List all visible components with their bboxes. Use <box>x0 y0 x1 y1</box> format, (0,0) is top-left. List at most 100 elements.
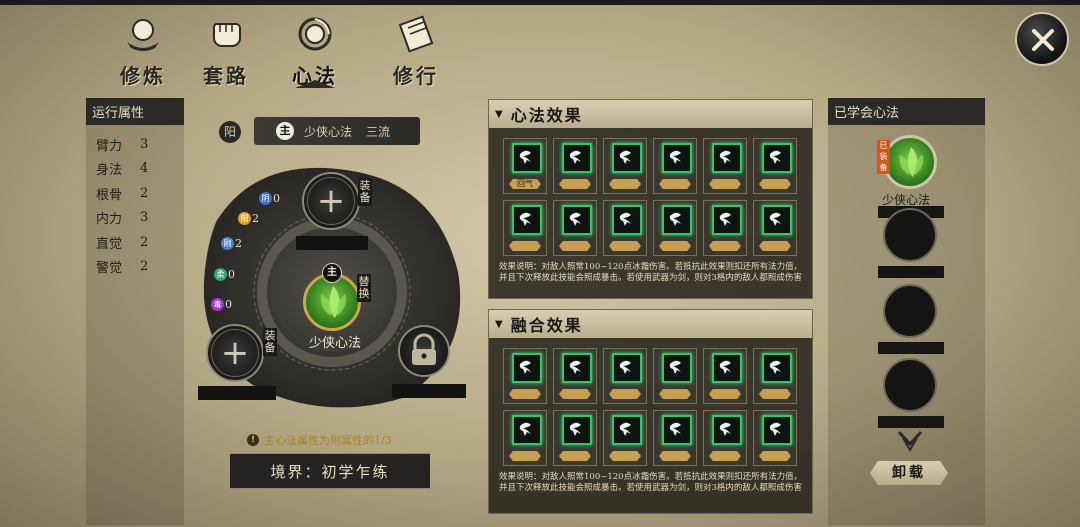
method-effect-title: 心法效果 <box>510 106 583 125</box>
effect-cell[interactable] <box>753 410 797 466</box>
stat-yang-value: 2 <box>252 212 259 225</box>
fusion-effect-grid <box>489 338 812 466</box>
warning-text: 主心法属性为附属性的1/3 <box>264 434 392 447</box>
scroll-down-icon[interactable] <box>897 430 923 452</box>
chevron-down-icon: ▼ <box>495 318 505 330</box>
effect-tag <box>759 389 791 399</box>
effect-cell[interactable] <box>553 138 597 194</box>
learned-empty-slot[interactable] <box>883 284 937 338</box>
learned-empty-slot[interactable] <box>883 358 937 412</box>
plus-icon: + <box>316 181 346 221</box>
attribute-header: 运行属性 <box>86 98 184 126</box>
effect-cell[interactable] <box>603 348 647 404</box>
plus-icon: + <box>220 333 250 373</box>
active-tab-marker <box>295 80 335 88</box>
swirl-icon <box>298 17 332 51</box>
effect-cell[interactable] <box>753 138 797 194</box>
effect-gem-icon <box>562 415 592 445</box>
effect-cell[interactable] <box>703 200 747 256</box>
effect-gem-icon <box>562 353 592 383</box>
attribute-row: 直觉 2 <box>96 234 149 252</box>
method-effect-desc: 效果说明：对敌人照常100~120点冰霜伤害。若抵抗此效果则扣还所有法力值，并且… <box>499 262 803 283</box>
effect-gem-icon <box>762 415 792 445</box>
equip-slot-top[interactable]: + <box>302 172 360 230</box>
unload-button[interactable]: 卸载 <box>870 461 948 485</box>
effect-tag <box>759 241 791 251</box>
effect-tag <box>759 451 791 461</box>
tab-heart-method[interactable]: 心法 <box>275 14 355 88</box>
effect-cell[interactable] <box>753 200 797 256</box>
method-effect-panel: ▼ 心法效果 回气 效果说明：对敌人照常100~120点冰霜伤害。若抵抗此效果则… <box>488 99 813 299</box>
method-effect-grid: 回气 <box>489 128 812 256</box>
effect-gem-icon <box>512 353 542 383</box>
effect-cell[interactable] <box>653 410 697 466</box>
attribute-row: 臂力 3 <box>96 136 149 154</box>
learned-name-bar <box>878 342 944 354</box>
close-button[interactable] <box>1015 12 1069 66</box>
effect-cell[interactable] <box>503 200 547 256</box>
replace-label[interactable]: 替换 <box>357 274 371 302</box>
effect-gem-icon <box>712 143 742 173</box>
slot-name-bar-top <box>296 236 368 250</box>
orb-icon <box>127 19 159 51</box>
tab-routine[interactable]: 套路 <box>186 14 266 88</box>
effect-gem-icon <box>512 205 542 235</box>
learned-empty-slot[interactable] <box>883 208 937 262</box>
stat-du-value: 0 <box>225 298 232 311</box>
effect-cell[interactable] <box>553 348 597 404</box>
effect-gem-icon <box>612 415 642 445</box>
effect-gem-icon <box>712 353 742 383</box>
effect-gem-icon <box>662 415 692 445</box>
tab-cultivate[interactable]: 修炼 <box>103 14 183 88</box>
effect-cell[interactable] <box>703 410 747 466</box>
effect-cell[interactable] <box>503 410 547 466</box>
effect-cell[interactable] <box>703 348 747 404</box>
fusion-effect-title: 融合效果 <box>510 316 583 335</box>
fusion-effect-desc: 效果说明：对敌人照常100~120点冰霜伤害。若抵抗此效果则扣还所有法力值，并且… <box>499 472 803 493</box>
stat-du-icon: 毒 <box>211 298 224 311</box>
learned-skill-slot[interactable] <box>883 135 937 189</box>
stat-rou-value: 0 <box>228 268 235 281</box>
equip-label-left: 装备 <box>263 328 277 356</box>
effect-gem-icon <box>512 143 542 173</box>
method-effect-header: ▼ 心法效果 <box>489 100 812 128</box>
effect-tag <box>609 451 641 461</box>
effect-gem-icon <box>712 415 742 445</box>
effect-gem-icon <box>612 205 642 235</box>
effect-cell[interactable] <box>653 200 697 256</box>
effect-cell[interactable] <box>603 138 647 194</box>
slot-name-bar-right <box>392 384 466 398</box>
effect-tag <box>509 451 541 461</box>
effect-gem-icon <box>662 353 692 383</box>
effect-cell[interactable] <box>603 200 647 256</box>
effect-tag <box>509 241 541 251</box>
fusion-effect-header: ▼ 融合效果 <box>489 310 812 338</box>
effect-cell[interactable] <box>553 200 597 256</box>
effect-tag <box>709 451 741 461</box>
attribute-row: 警觉 2 <box>96 259 149 277</box>
effect-cell[interactable] <box>753 348 797 404</box>
effect-tag <box>609 241 641 251</box>
leaf-skill-icon <box>899 146 924 178</box>
tab-practice[interactable]: 修行 <box>376 14 456 88</box>
effect-tag <box>759 179 791 189</box>
effect-cell[interactable] <box>603 410 647 466</box>
effect-cell[interactable] <box>703 138 747 194</box>
tab-routine-label: 套路 <box>203 64 249 88</box>
center-main-badge: 主 <box>322 263 342 283</box>
effect-cell[interactable] <box>653 348 697 404</box>
effect-tag <box>709 179 741 189</box>
attribute-row: 身法 4 <box>96 161 149 179</box>
effect-cell[interactable] <box>553 410 597 466</box>
effect-cell[interactable] <box>503 348 547 404</box>
tab-cultivate-label: 修炼 <box>120 64 166 88</box>
effect-tag <box>709 241 741 251</box>
attribute-row: 根骨 2 <box>96 185 149 203</box>
effect-cell[interactable]: 回气 <box>503 138 547 194</box>
effect-tag <box>659 179 691 189</box>
learned-name-bar <box>878 416 944 428</box>
equip-slot-left[interactable]: + <box>206 324 264 382</box>
fusion-effect-panel: ▼ 融合效果 效果说明：对敌人照常100~120点冰霜伤害。若抵抗此效果则扣还所… <box>488 309 813 514</box>
effect-gem-icon <box>762 205 792 235</box>
effect-cell[interactable] <box>653 138 697 194</box>
